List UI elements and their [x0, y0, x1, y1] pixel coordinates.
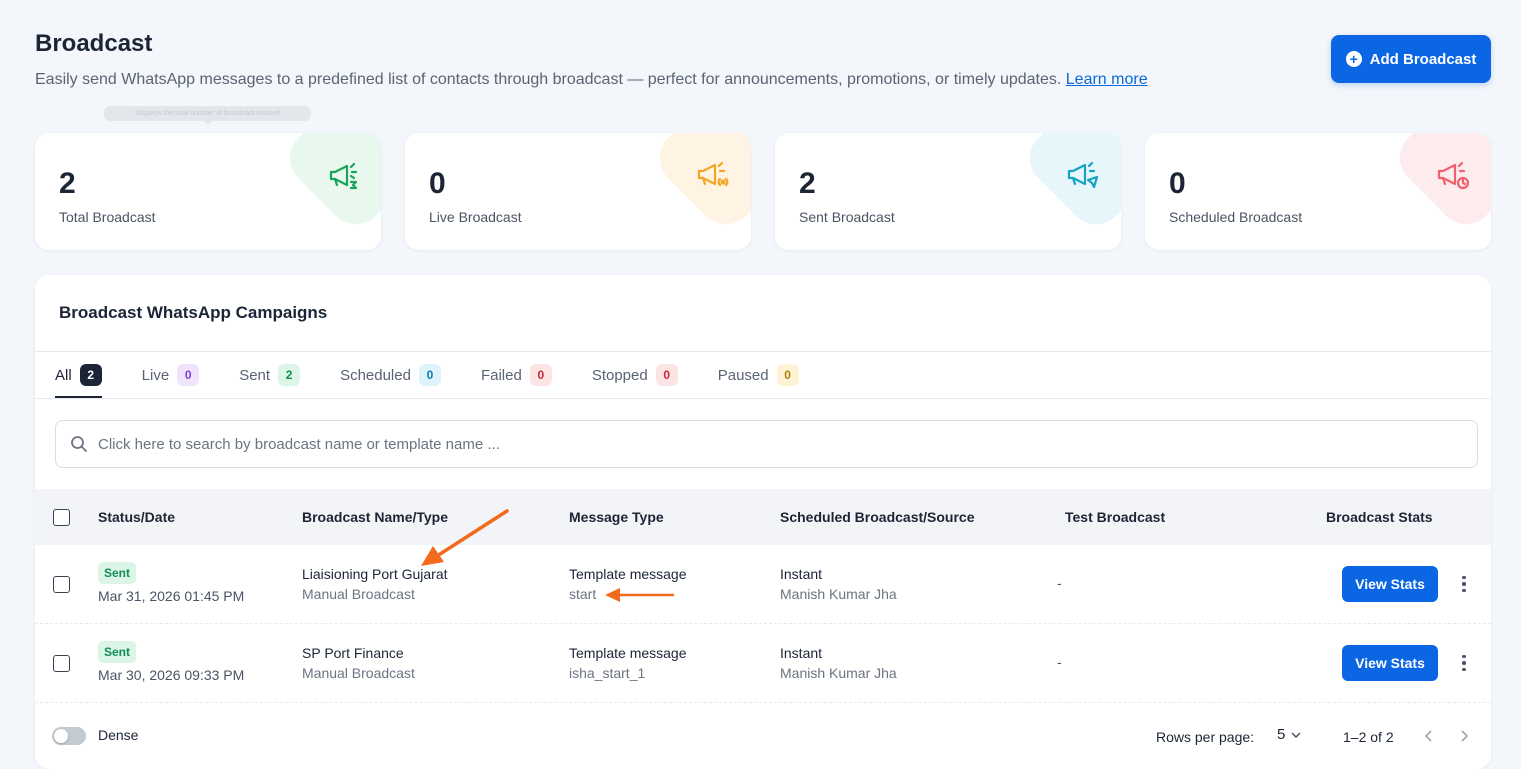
campaigns-title: Broadcast WhatsApp Campaigns — [59, 303, 328, 322]
megaphone-send-icon — [1067, 161, 1099, 189]
stat-label: Scheduled Broadcast — [1169, 209, 1303, 225]
more-options-icon[interactable] — [1454, 653, 1474, 673]
table-row: Sent Mar 31, 2026 01:45 PM Liaisioning P… — [35, 545, 1491, 624]
row-checkbox[interactable] — [53, 576, 70, 593]
broadcast-name[interactable]: SP Port Finance — [302, 645, 404, 661]
stat-label: Live Broadcast — [429, 209, 522, 225]
message-type: Template message — [569, 566, 687, 582]
stat-card-total: 2 Total Broadcast — [35, 133, 381, 250]
tab-scheduled[interactable]: Scheduled 0 — [340, 352, 441, 398]
search-input[interactable] — [98, 435, 1458, 453]
tab-count-badge: 0 — [418, 364, 441, 386]
chevron-left-icon[interactable] — [1424, 729, 1434, 743]
tab-count-badge: 0 — [529, 364, 552, 386]
view-stats-button[interactable]: View Stats — [1342, 645, 1438, 681]
stat-value: 0 — [429, 167, 446, 200]
status-date: Mar 30, 2026 09:33 PM — [98, 667, 245, 683]
search-box — [55, 420, 1478, 468]
broadcast-name[interactable]: Liaisioning Port Gujarat — [302, 566, 448, 582]
test-broadcast-value: - — [1057, 654, 1062, 670]
stat-label: Sent Broadcast — [799, 209, 895, 225]
dense-label: Dense — [98, 727, 139, 743]
rows-per-page-label: Rows per page: — [1156, 729, 1255, 745]
table-row: Sent Mar 30, 2026 09:33 PM SP Port Finan… — [35, 624, 1491, 703]
chevron-right-icon[interactable] — [1459, 729, 1469, 743]
status-badge: Sent — [98, 562, 137, 584]
rows-per-page-select[interactable]: 5 — [1277, 726, 1301, 743]
status-tabs: All 2 Live 0 Sent 2 Scheduled 0 Failed 0… — [55, 352, 839, 398]
table-footer: Dense Rows per page: 5 1–2 of 2 — [35, 703, 1491, 769]
tab-label: All — [55, 366, 72, 384]
stat-card-live: 0 Live Broadcast — [405, 133, 751, 250]
schedule-type: Instant — [780, 566, 823, 582]
select-all-checkbox[interactable] — [53, 508, 70, 526]
broadcast-type: Manual Broadcast — [302, 665, 415, 681]
template-name: start — [569, 586, 597, 602]
tab-count-badge: 0 — [655, 364, 678, 386]
tab-count-badge: 0 — [177, 364, 200, 386]
stat-label: Total Broadcast — [59, 209, 156, 225]
tab-label: Stopped — [591, 366, 648, 384]
test-broadcast-value: - — [1057, 575, 1062, 591]
pagination-range: 1–2 of 2 — [1343, 729, 1394, 745]
status-badge: Sent — [98, 641, 137, 663]
megaphone-clock-icon — [1437, 161, 1470, 190]
table-header: Status/Date Broadcast Name/Type Message … — [35, 489, 1491, 545]
more-options-icon[interactable] — [1454, 574, 1474, 594]
campaigns-card: Broadcast WhatsApp Campaigns All 2 Live … — [35, 275, 1491, 769]
column-header[interactable]: Broadcast Name/Type — [302, 489, 448, 545]
tab-label: Scheduled — [340, 366, 411, 384]
stat-value: 0 — [1169, 167, 1186, 200]
source-name: Manish Kumar Jha — [780, 665, 897, 681]
description-text: Easily send WhatsApp messages to a prede… — [35, 71, 1062, 88]
message-type: Template message — [569, 645, 687, 661]
tab-count-badge: 0 — [776, 364, 799, 386]
template-name: isha_start_1 — [569, 665, 646, 681]
page-description: Easily send WhatsApp messages to a prede… — [35, 71, 1148, 89]
stat-value: 2 — [59, 167, 76, 200]
stat-value: 2 — [799, 167, 816, 200]
column-header[interactable]: Message Type — [569, 489, 664, 545]
column-header[interactable]: Test Broadcast — [1065, 489, 1165, 545]
tab-sent[interactable]: Sent 2 — [239, 352, 301, 398]
plus-circle-icon: + — [1345, 51, 1362, 67]
stat-card-sent: 2 Sent Broadcast — [775, 133, 1121, 250]
schedule-type: Instant — [780, 645, 823, 661]
add-broadcast-button[interactable]: + Add Broadcast — [1331, 35, 1491, 83]
stat-card-scheduled: 0 Scheduled Broadcast — [1145, 133, 1491, 250]
row-checkbox[interactable] — [53, 655, 70, 672]
view-stats-button[interactable]: View Stats — [1342, 566, 1438, 602]
tab-label: Live — [141, 366, 170, 384]
page-title: Broadcast — [35, 30, 153, 57]
column-header[interactable]: Broadcast Stats — [1326, 489, 1433, 545]
search-icon — [71, 436, 87, 452]
megaphone-live-icon — [697, 161, 729, 187]
tab-label: Paused — [717, 366, 769, 384]
tab-failed[interactable]: Failed 0 — [481, 352, 552, 398]
rows-per-page-value: 5 — [1277, 726, 1286, 743]
tab-all[interactable]: All 2 — [55, 352, 102, 398]
tab-paused[interactable]: Paused 0 — [718, 352, 799, 398]
chevron-down-icon — [1291, 731, 1301, 738]
column-header[interactable]: Status/Date — [98, 489, 175, 545]
tab-stopped[interactable]: Stopped 0 — [592, 352, 678, 398]
tab-label: Failed — [480, 366, 522, 384]
tab-count-badge: 2 — [79, 364, 102, 386]
tooltip: Displays the total number of broadcast c… — [104, 106, 311, 125]
source-name: Manish Kumar Jha — [780, 586, 897, 602]
status-date: Mar 31, 2026 01:45 PM — [98, 588, 245, 604]
column-header[interactable]: Scheduled Broadcast/Source — [780, 489, 975, 545]
dense-toggle[interactable] — [52, 727, 86, 745]
tab-label: Sent — [239, 366, 271, 384]
tab-count-badge: 2 — [278, 364, 301, 386]
tab-live[interactable]: Live 0 — [142, 352, 200, 398]
broadcast-type: Manual Broadcast — [302, 586, 415, 602]
learn-more-link[interactable]: Learn more — [1066, 71, 1148, 88]
megaphone-sigma-icon — [329, 162, 358, 190]
add-broadcast-label: Add Broadcast — [1369, 50, 1477, 68]
